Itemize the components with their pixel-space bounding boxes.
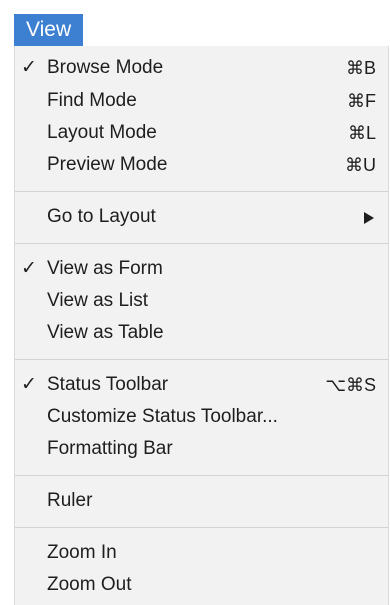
menu-separator (15, 359, 388, 360)
menu-item-ruler[interactable]: Ruler (15, 486, 388, 516)
menu-bar: View (0, 0, 390, 48)
menu-separator (15, 191, 388, 192)
checkmark-icon: ✓ (21, 258, 37, 279)
menu-item-formatting-bar[interactable]: Formatting Bar (15, 434, 388, 464)
menu-item-find-mode[interactable]: Find Mode ⌘F (15, 86, 388, 116)
menu-separator (15, 243, 388, 244)
menu-item-label: Ruler (47, 490, 93, 511)
menu-item-view-as-table[interactable]: View as Table (15, 318, 388, 348)
menu-item-label: Browse Mode (47, 57, 164, 78)
menu-item-label: Formatting Bar (47, 438, 173, 459)
menu-item-go-to-layout[interactable]: Go to Layout (15, 202, 388, 232)
menu-item-zoom-in[interactable]: Zoom In (15, 538, 388, 568)
menu-item-label: Customize Status Toolbar... (47, 406, 278, 427)
menu-item-label: Preview Mode (47, 154, 168, 175)
menu-item-preview-mode[interactable]: Preview Mode ⌘U (15, 150, 388, 180)
menu-separator (15, 527, 388, 528)
menu-item-zoom-out[interactable]: Zoom Out (15, 570, 388, 600)
checkmark-icon: ✓ (21, 57, 37, 78)
submenu-arrow-icon (364, 212, 374, 224)
menu-item-label: Layout Mode (47, 122, 157, 143)
menu-separator (15, 475, 388, 476)
keyboard-shortcut: ⌘L (347, 123, 376, 143)
menu-item-label: Find Mode (47, 90, 137, 111)
menu-item-label: Status Toolbar (47, 374, 169, 395)
view-menu-dropdown: ✓ Browse Mode ⌘B Find Mode ⌘F Layout Mod… (14, 46, 389, 605)
menu-item-view-as-list[interactable]: View as List (15, 286, 388, 316)
keyboard-shortcut: ⌘F (347, 91, 376, 111)
menu-item-label: View as Table (47, 322, 164, 343)
menu-item-layout-mode[interactable]: Layout Mode ⌘L (15, 118, 388, 148)
menu-item-label: Go to Layout (47, 206, 156, 227)
menu-item-view-as-form[interactable]: ✓ View as Form (15, 254, 388, 284)
menu-item-status-toolbar[interactable]: ✓ Status Toolbar ⌥⌘S (15, 370, 388, 400)
keyboard-shortcut: ⌘B (345, 58, 376, 78)
menu-item-label: Zoom In (47, 542, 117, 563)
menu-item-customize-status-toolbar[interactable]: Customize Status Toolbar... (15, 402, 388, 432)
menu-item-browse-mode[interactable]: ✓ Browse Mode ⌘B (15, 53, 388, 83)
view-menu-title[interactable]: View (14, 14, 84, 46)
keyboard-shortcut: ⌥⌘S (325, 375, 376, 395)
checkmark-icon: ✓ (21, 374, 37, 395)
keyboard-shortcut: ⌘U (345, 155, 376, 175)
menu-item-label: View as List (47, 290, 149, 311)
menu-item-label: Zoom Out (47, 574, 132, 595)
menu-item-label: View as Form (47, 258, 163, 279)
